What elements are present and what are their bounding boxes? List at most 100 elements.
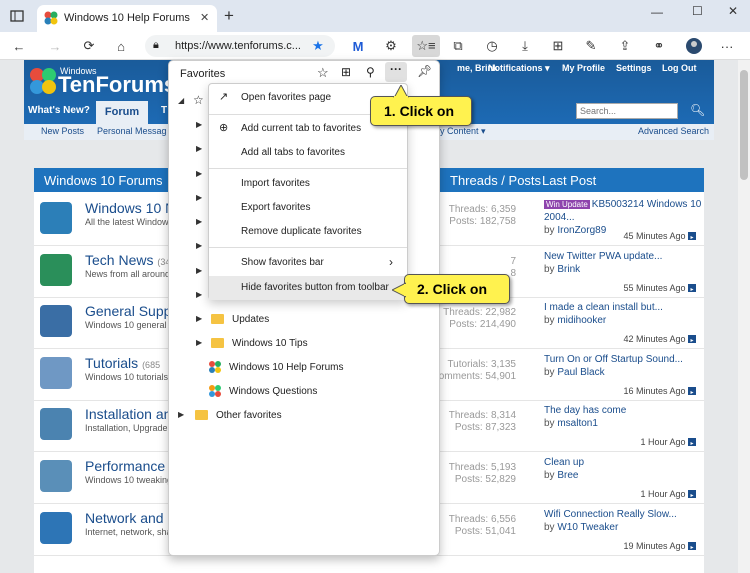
menu-hide-favorites-button[interactable]: Hide favorites button from toolbar — [209, 276, 407, 300]
go-to-post-icon[interactable]: ▸ — [688, 541, 696, 551]
favorites-folder-updates[interactable]: ▶ Updates — [196, 311, 396, 331]
tab-bar: Windows 10 Help Forums ✕ + — ☐ ✕ — [0, 0, 750, 32]
tenforums-logo-icon — [28, 66, 58, 99]
author-link[interactable]: Paul Black — [557, 367, 604, 378]
notifications-link[interactable]: Notifications ▾ — [488, 63, 550, 74]
folder-chevron-icon[interactable]: ▶ — [196, 314, 202, 323]
new-tab-button[interactable]: + — [224, 6, 234, 26]
tab-actions-icon[interactable] — [6, 5, 28, 27]
favorite-windows-questions[interactable]: Windows Questions — [209, 383, 409, 403]
add-folder-icon[interactable]: ⊞ — [341, 65, 351, 79]
go-to-post-icon[interactable]: ▸ — [688, 283, 696, 293]
forum-description: Windows 10 tutorials — [85, 371, 169, 382]
menu-import-favorites[interactable]: Import favorites — [209, 172, 407, 196]
log-out-link[interactable]: Log Out — [662, 63, 697, 73]
forum-title[interactable]: Installation an — [85, 406, 171, 422]
last-post-title[interactable]: Clean up — [544, 457, 584, 468]
forum-title-count: (685 — [142, 359, 161, 370]
search-favorites-icon[interactable]: ⚲ — [366, 65, 375, 79]
forum-tab[interactable]: Forum — [96, 101, 148, 124]
author-link[interactable]: W10 Tweaker — [557, 522, 618, 533]
forum-title[interactable]: Tech News (34 — [85, 252, 170, 268]
menu-item-label: Add all tabs to favorites — [241, 147, 345, 158]
performance-icon[interactable]: ⚭ — [648, 35, 670, 57]
home-icon[interactable]: ⌂ — [110, 35, 132, 57]
whats-new-link[interactable]: What's New? — [28, 105, 90, 116]
tab-close-icon[interactable]: ✕ — [200, 11, 209, 24]
menu-show-favorites-bar[interactable]: Show favorites bar › — [209, 251, 407, 275]
settings-more-icon[interactable]: ··· — [716, 35, 738, 57]
favorites-button[interactable]: ☆≡ — [412, 35, 440, 57]
folder-chevron-icon[interactable]: ▶ — [196, 120, 202, 129]
favorites-folder-win10-tips[interactable]: ▶ Windows 10 Tips — [196, 335, 396, 355]
advanced-search-link[interactable]: Advanced Search — [638, 126, 709, 136]
maximize-button[interactable]: ☐ — [692, 4, 703, 18]
folder-chevron-icon[interactable]: ▶ — [196, 144, 202, 153]
last-post-title[interactable]: The day has come — [544, 405, 626, 416]
personal-messages-link[interactable]: Personal Messag — [97, 126, 167, 136]
pin-icon[interactable]: 📌︎ — [417, 64, 432, 78]
minimize-button[interactable]: — — [651, 5, 663, 19]
go-to-post-icon[interactable]: ▸ — [688, 386, 696, 396]
forum-title[interactable]: General Supp — [85, 303, 171, 319]
settings-link[interactable]: Settings — [616, 63, 652, 73]
forum-title[interactable]: Network and — [85, 510, 164, 526]
forum-title[interactable]: Performance — [85, 458, 165, 474]
new-posts-link[interactable]: New Posts — [41, 126, 84, 136]
go-to-post-icon[interactable]: ▸ — [688, 490, 696, 499]
forum-title[interactable]: Tutorials (685 — [85, 355, 160, 371]
favorite-windows10-help-forums[interactable]: Windows 10 Help Forums — [209, 359, 409, 379]
menu-export-favorites[interactable]: Export favorites — [209, 196, 407, 220]
tree-expand-icon[interactable]: ◢ — [178, 96, 184, 105]
downloads-icon[interactable]: ⤓ — [514, 35, 536, 57]
folder-chevron-icon[interactable]: ▶ — [196, 266, 202, 275]
site-search-input[interactable] — [576, 103, 678, 119]
go-to-post-icon[interactable]: ▸ — [688, 232, 696, 241]
favorites-folder-other[interactable]: ▶ Other favorites — [178, 407, 398, 427]
my-profile-link[interactable]: My Profile — [562, 63, 605, 73]
folder-chevron-icon[interactable]: ▶ — [196, 193, 202, 202]
history-icon[interactable]: ◷ — [481, 35, 503, 57]
tab-windows10-help-forums[interactable]: Windows 10 Help Forums ✕ — [37, 5, 217, 32]
folder-chevron-icon[interactable]: ▶ — [196, 241, 202, 250]
menu-remove-duplicates[interactable]: Remove duplicate favorites — [209, 220, 407, 244]
add-favorite-icon[interactable]: ☆ — [317, 65, 329, 81]
apps-icon[interactable]: ⊞ — [547, 35, 569, 57]
star-icon[interactable]: ★ — [307, 35, 329, 57]
folder-chevron-icon[interactable]: ▶ — [196, 338, 202, 347]
author-link[interactable]: midihooker — [557, 315, 606, 326]
refresh-icon[interactable]: ⟳ — [78, 35, 100, 57]
extensions-icon[interactable]: ⚙ — [380, 35, 402, 57]
close-window-button[interactable]: ✕ — [728, 4, 738, 18]
folder-chevron-icon[interactable]: ▶ — [196, 290, 202, 299]
vertical-scrollbar[interactable] — [738, 60, 750, 573]
scrollbar-thumb[interactable] — [740, 70, 748, 180]
site-search-icon[interactable]: 🔍︎ — [690, 103, 705, 117]
last-post-title[interactable]: Wifi Connection Really Slow... — [544, 509, 677, 520]
profile-avatar[interactable] — [683, 35, 705, 57]
forum-title[interactable]: Windows 10 N — [85, 200, 175, 216]
folder-chevron-icon[interactable]: ▶ — [196, 217, 202, 226]
go-to-post-icon[interactable]: ▸ — [688, 335, 696, 344]
menu-add-all-tabs[interactable]: Add all tabs to favorites — [209, 141, 407, 165]
author-link[interactable]: Bree — [557, 470, 578, 481]
posts-count: Posts: 182,758 — [449, 216, 516, 227]
more-options-button[interactable]: ··· — [385, 62, 407, 82]
last-post-title[interactable]: New Twitter PWA update... — [544, 251, 662, 262]
share-icon[interactable]: ⇪ — [614, 35, 636, 57]
last-post-title[interactable]: I made a clean install but... — [544, 302, 663, 313]
extension-malwarebytes-icon[interactable]: M — [347, 35, 369, 57]
folder-chevron-icon[interactable]: ▶ — [196, 169, 202, 178]
collections-icon[interactable]: ⧉ — [447, 35, 469, 57]
folder-chevron-icon[interactable]: ▶ — [178, 410, 184, 419]
author-link[interactable]: msalton1 — [557, 418, 598, 429]
web-capture-icon[interactable]: ✎ — [580, 35, 602, 57]
forward-icon[interactable]: → — [44, 35, 66, 57]
author-link[interactable]: IronZorg89 — [557, 225, 606, 236]
back-icon[interactable]: ← — [8, 35, 30, 57]
last-post-title[interactable]: Turn On or Off Startup Sound... — [544, 354, 683, 365]
go-to-post-icon[interactable]: ▸ — [688, 438, 696, 447]
my-content-link[interactable]: y Content ▾ — [440, 126, 486, 137]
author-link[interactable]: Brink — [557, 264, 580, 275]
nav-cut-link[interactable]: T — [161, 105, 167, 116]
